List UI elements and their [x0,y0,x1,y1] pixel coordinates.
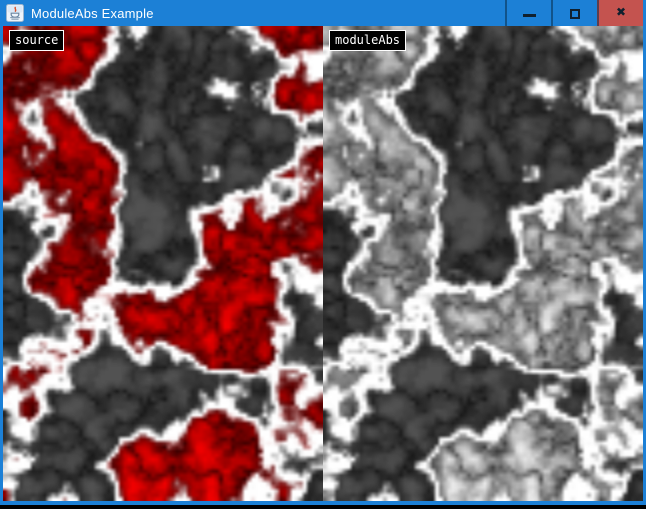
window-content: source moduleAbs [3,26,643,501]
source-panel: source [3,26,323,501]
java-coffee-cup-icon [6,4,24,22]
minimize-button[interactable] [505,0,551,26]
moduleabs-label: moduleAbs [329,30,406,51]
moduleabs-image [323,26,643,501]
close-icon: ✖ [616,6,626,18]
app-window: ModuleAbs Example ✖ source moduleAbs [0,0,646,505]
minimize-icon [523,14,536,17]
titlebar: ModuleAbs Example ✖ [3,0,643,26]
source-label: source [9,30,64,51]
window-title: ModuleAbs Example [31,6,505,21]
source-image [3,26,323,501]
moduleabs-panel: moduleAbs [323,26,643,501]
maximize-icon [570,9,580,19]
window-controls: ✖ [505,0,643,26]
maximize-button[interactable] [551,0,597,26]
close-button[interactable]: ✖ [597,0,643,26]
